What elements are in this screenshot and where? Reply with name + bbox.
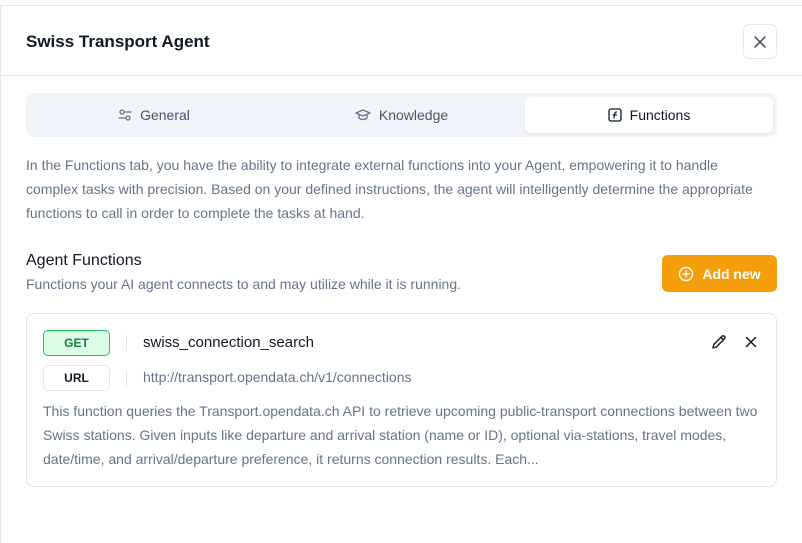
tab-knowledge[interactable]: Knowledge [278,97,525,133]
remove-function-button[interactable] [742,333,762,353]
close-icon [754,35,766,48]
http-method-badge: GET [43,330,110,356]
plus-circle-icon [679,266,694,281]
divider [126,335,127,351]
divider [126,370,127,386]
tab-general-label: General [140,107,190,123]
url-badge: URL [43,365,110,391]
section-subtitle: Functions your AI agent connects to and … [26,276,462,292]
dialog-header: Swiss Transport Agent [1,6,802,76]
function-url: http://transport.opendata.ch/v1/connecti… [143,369,412,385]
function-name: swiss_connection_search [143,334,314,351]
agent-dialog: Swiss Transport Agent General Knowledge [0,5,802,543]
function-card: GET swiss_connection_search URL http://t… [26,313,777,487]
functions-intro-text: In the Functions tab, you have the abili… [26,157,753,221]
tab-general[interactable]: General [30,97,278,133]
sliders-icon [118,109,132,121]
function-description: This function queries the Transport.open… [43,403,758,467]
tab-bar: General Knowledge Functions [26,93,777,137]
section-title: Agent Functions [26,252,142,269]
graduation-cap-icon [355,109,371,121]
add-new-button[interactable]: Add new [662,255,777,292]
tab-functions[interactable]: Functions [525,97,773,133]
edit-function-button[interactable] [710,333,730,353]
tab-knowledge-label: Knowledge [378,107,449,123]
close-icon [745,336,757,348]
function-icon [607,108,622,122]
close-dialog-button[interactable] [743,24,777,59]
pencil-icon [712,335,726,349]
tab-functions-label: Functions [629,107,691,123]
add-new-label: Add new [702,265,761,282]
dialog-title: Swiss Transport Agent [26,32,210,51]
